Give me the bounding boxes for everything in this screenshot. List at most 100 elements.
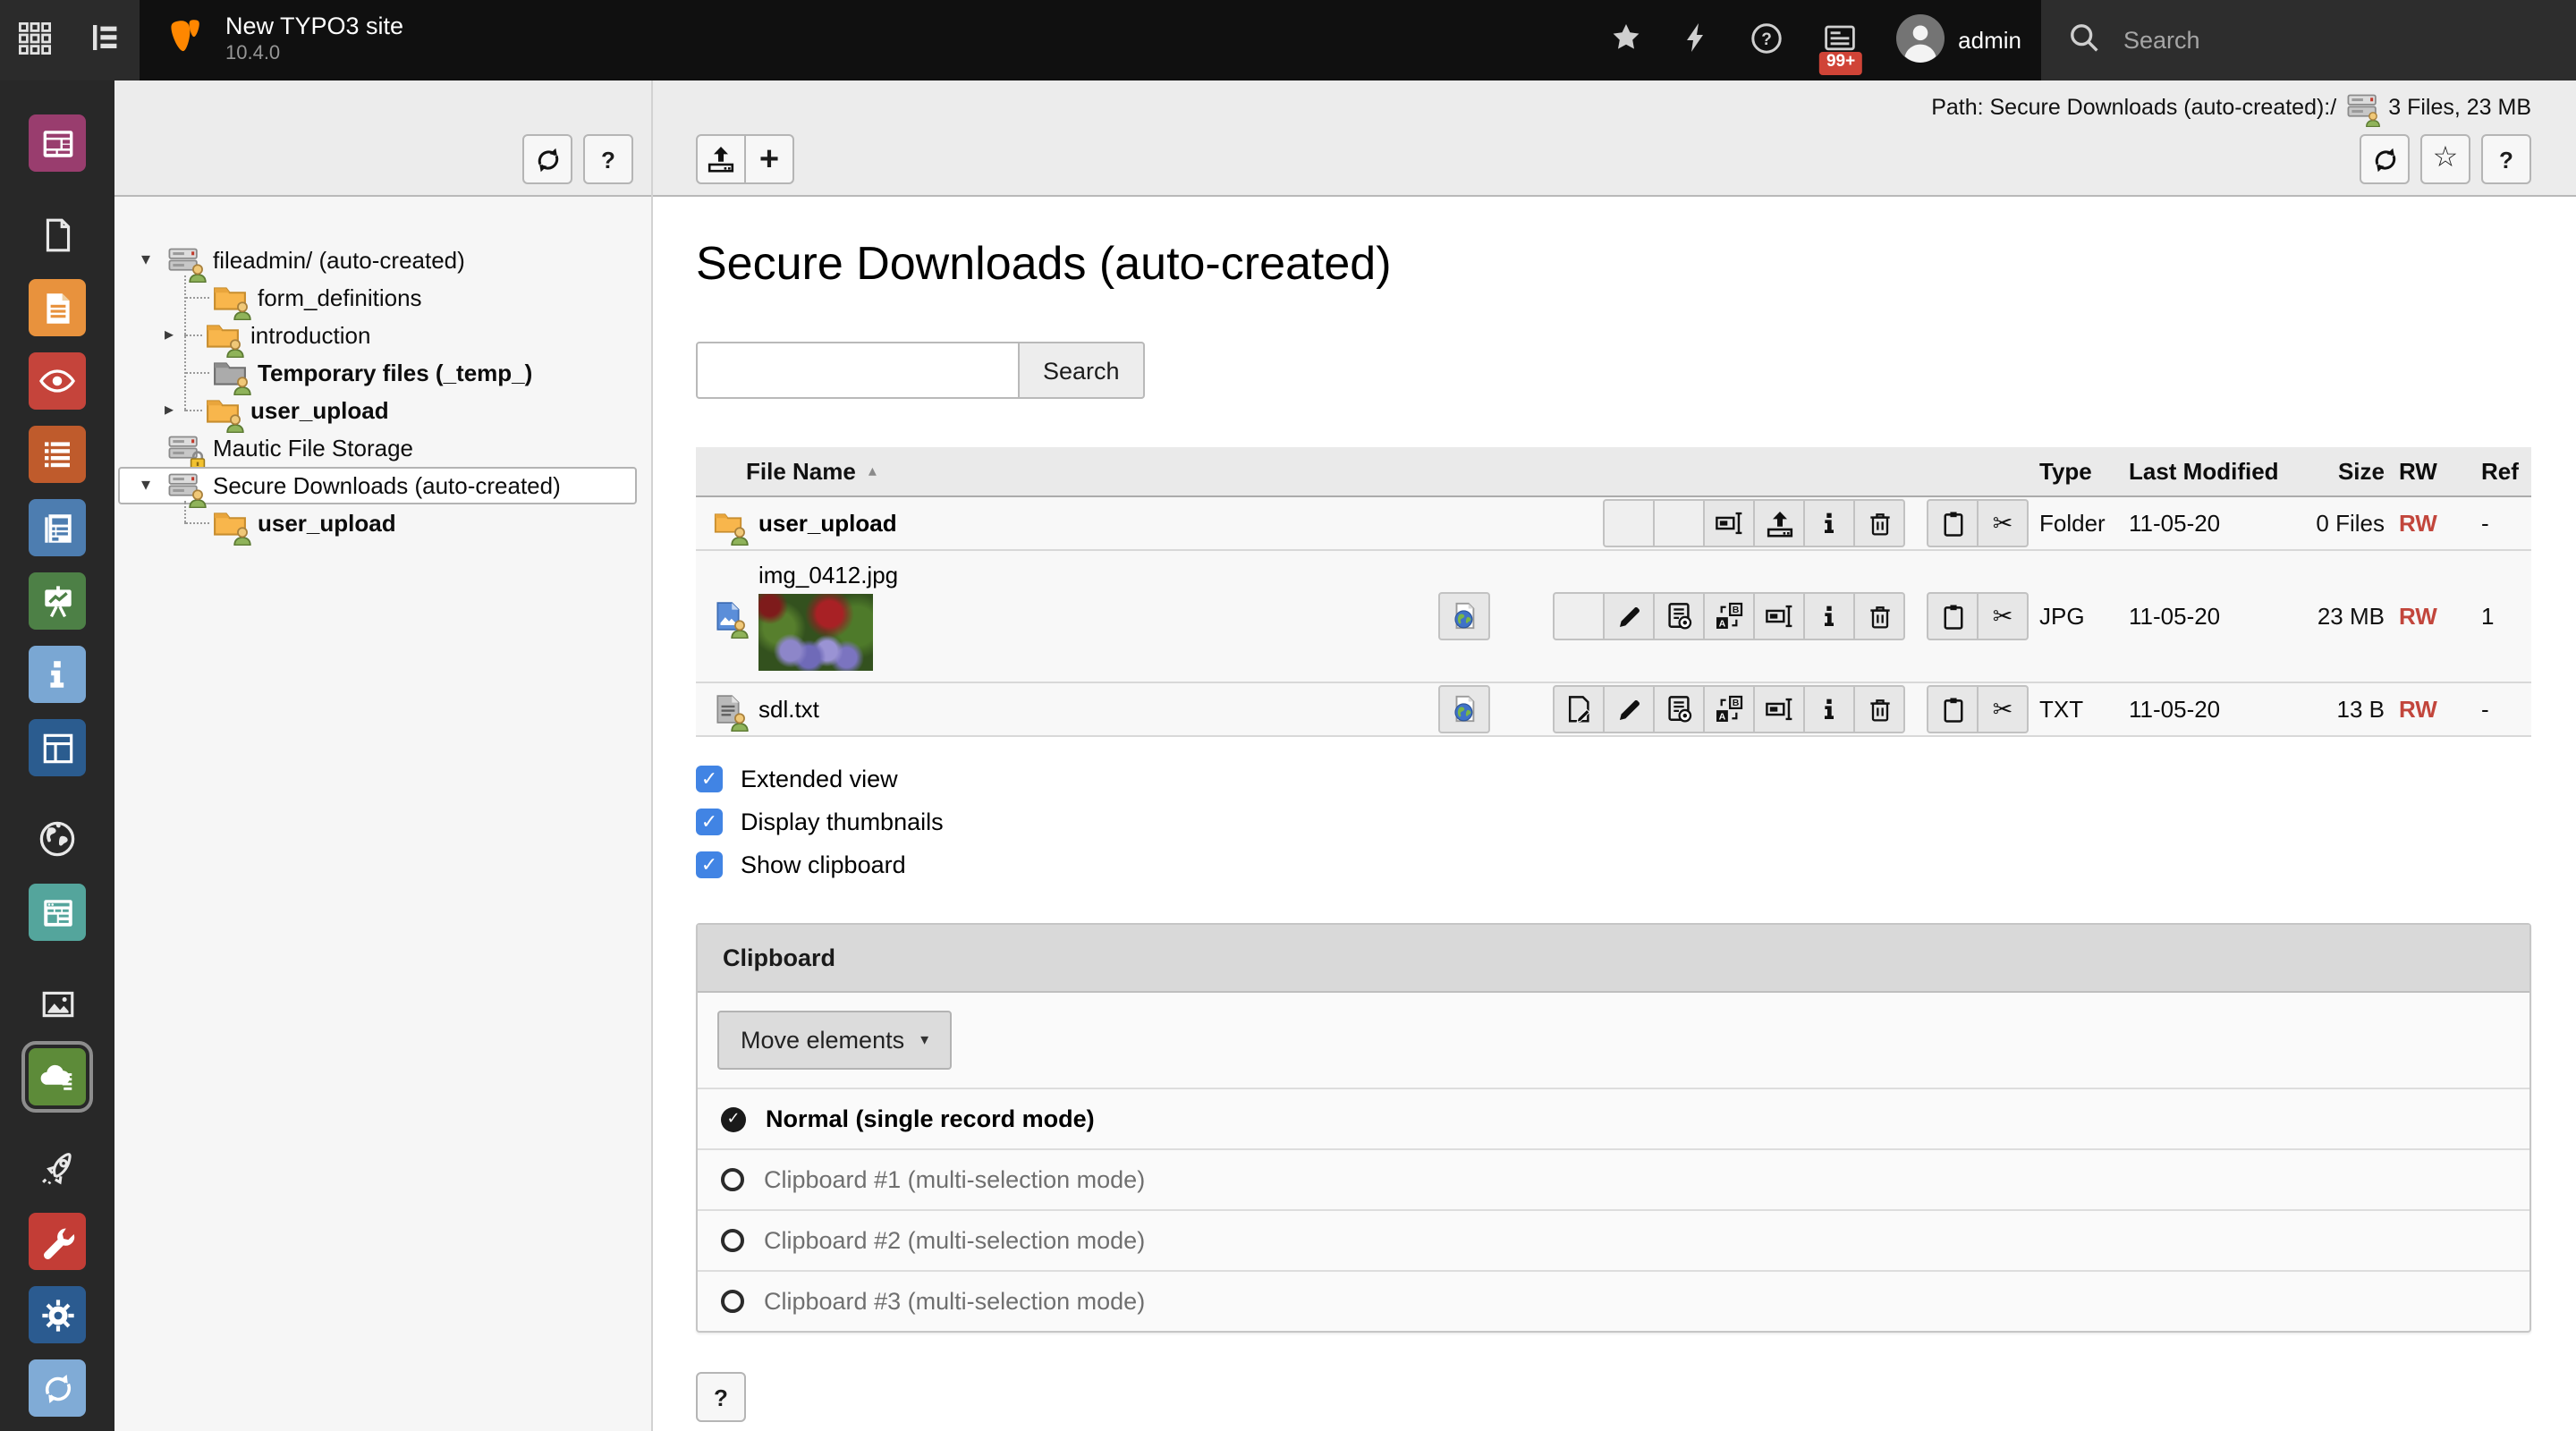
new-folder-button[interactable]: + bbox=[744, 134, 794, 184]
reload-button[interactable] bbox=[2360, 134, 2410, 184]
view-file-button[interactable] bbox=[1438, 592, 1490, 640]
sidebar-module-settings[interactable] bbox=[29, 1286, 86, 1343]
tree-node[interactable]: ▸ user_upload bbox=[114, 392, 651, 433]
file-search-button[interactable]: Search bbox=[1018, 342, 1145, 399]
filelist-help-button[interactable]: ? bbox=[696, 1372, 746, 1422]
sidebar-module-info[interactable] bbox=[29, 499, 86, 556]
clear-cache-button[interactable] bbox=[1661, 0, 1729, 80]
sidebar-module-list[interactable] bbox=[29, 426, 86, 483]
global-search-input[interactable] bbox=[2120, 25, 2549, 55]
column-header-last-modified[interactable]: Last Modified bbox=[2118, 458, 2306, 485]
tree-node[interactable]: ▸ introduction bbox=[114, 317, 651, 358]
sidebar-module-forms[interactable] bbox=[29, 884, 86, 941]
sidebar-module-about[interactable] bbox=[29, 646, 86, 703]
copy-button[interactable] bbox=[1927, 499, 1979, 547]
sidebar-module-maintenance[interactable] bbox=[29, 1213, 86, 1270]
view-options: ✓ Extended view ✓ Display thumbnails ✓ Show c… bbox=[696, 766, 2531, 878]
sidebar-module-page[interactable] bbox=[29, 206, 86, 263]
delete-button[interactable] bbox=[1853, 685, 1905, 733]
checkbox-checked-icon[interactable]: ✓ bbox=[696, 809, 723, 835]
translate-button[interactable]: BA bbox=[1703, 685, 1755, 733]
cut-button[interactable]: ✂ bbox=[1977, 499, 2029, 547]
clipboard-mode-item[interactable]: Clipboard #3 (multi-selection mode) bbox=[698, 1272, 2529, 1331]
info-button[interactable] bbox=[1803, 685, 1855, 733]
column-header-filename[interactable]: File Name ▴ bbox=[714, 447, 1438, 495]
show-metadata-button[interactable] bbox=[1653, 592, 1705, 640]
sidebar-module-secure-downloads[interactable] bbox=[21, 1041, 93, 1113]
tree-node[interactable]: ▾ Secure Downloads (auto-created) bbox=[118, 467, 637, 508]
tree-node[interactable]: ▾ fileadmin/ (auto-created) bbox=[114, 241, 651, 283]
user-menu-button[interactable]: admin bbox=[1876, 0, 2041, 80]
topbar-search bbox=[2041, 0, 2576, 80]
sidebar-module-dashboard[interactable] bbox=[29, 114, 86, 172]
modulemenu-toggle-button[interactable] bbox=[0, 0, 70, 80]
delete-button[interactable] bbox=[1853, 592, 1905, 640]
clipboard-mode-item[interactable]: Clipboard #2 (multi-selection mode) bbox=[698, 1211, 2529, 1272]
docheader-help-button[interactable]: ? bbox=[2481, 134, 2531, 184]
info-button[interactable] bbox=[1803, 499, 1855, 547]
file-name-cell: user_upload bbox=[714, 497, 1438, 549]
help-menu-button[interactable]: ? bbox=[1729, 0, 1802, 80]
refresh-icon bbox=[532, 144, 563, 174]
tree-collapse-icon[interactable]: ▾ bbox=[141, 476, 168, 495]
column-header-rw[interactable]: RW bbox=[2388, 458, 2470, 485]
tree-connector bbox=[184, 410, 202, 411]
show-metadata-button[interactable] bbox=[1653, 685, 1705, 733]
sidebar-module-workspaces[interactable] bbox=[29, 719, 86, 776]
cut-button[interactable]: ✂ bbox=[1977, 592, 2029, 640]
clipboard-mode-item[interactable]: Clipboard #1 (multi-selection mode) bbox=[698, 1150, 2529, 1211]
sidebar-module-content[interactable] bbox=[29, 279, 86, 336]
sidebar-module-template[interactable] bbox=[29, 572, 86, 630]
sidebar-module-environment[interactable] bbox=[29, 1359, 86, 1417]
file-thumbnail[interactable] bbox=[758, 594, 873, 671]
column-header-type[interactable]: Type bbox=[2029, 458, 2118, 485]
view-option-show-clipboard[interactable]: ✓ Show clipboard bbox=[696, 851, 2531, 878]
bookmarks-button[interactable] bbox=[1589, 0, 1661, 80]
file-name-link[interactable]: img_0412.jpg bbox=[758, 562, 898, 588]
checkbox-checked-icon[interactable]: ✓ bbox=[696, 766, 723, 792]
navigation-toggle-button[interactable] bbox=[70, 0, 140, 80]
site-brand[interactable]: New TYPO3 site 10.4.0 bbox=[140, 0, 425, 80]
tree-node[interactable]: Temporary files (_temp_) bbox=[114, 354, 651, 395]
file-name-link[interactable]: sdl.txt bbox=[758, 696, 819, 723]
edit-metadata-button[interactable] bbox=[1603, 592, 1655, 640]
sidebar-module-filelist[interactable] bbox=[29, 975, 86, 1032]
tree-node[interactable]: form_definitions bbox=[114, 279, 651, 320]
edit-content-button[interactable] bbox=[1553, 685, 1605, 733]
delete-button[interactable] bbox=[1853, 499, 1905, 547]
column-header-ref[interactable]: Ref bbox=[2470, 458, 2531, 485]
bookmark-button[interactable]: ☆ bbox=[2420, 134, 2470, 184]
move-elements-dropdown[interactable]: Move elements ▾ bbox=[717, 1011, 953, 1070]
tree-refresh-button[interactable] bbox=[522, 134, 572, 184]
sidebar-module-sites[interactable] bbox=[29, 810, 86, 868]
tree-expand-icon[interactable]: ▸ bbox=[165, 326, 184, 344]
rename-button[interactable] bbox=[1753, 592, 1805, 640]
translate-button[interactable]: BA bbox=[1703, 592, 1755, 640]
copy-button[interactable] bbox=[1927, 685, 1979, 733]
copy-button[interactable] bbox=[1927, 592, 1979, 640]
rename-button[interactable] bbox=[1703, 499, 1755, 547]
tree-collapse-icon[interactable]: ▾ bbox=[141, 250, 168, 269]
tree-expand-icon[interactable]: ▸ bbox=[165, 401, 184, 419]
system-information-button[interactable]: 99+ bbox=[1802, 0, 1876, 80]
cut-button[interactable]: ✂ bbox=[1977, 685, 2029, 733]
info-button[interactable] bbox=[1803, 592, 1855, 640]
tree-node[interactable]: user_upload bbox=[114, 504, 651, 546]
view-file-button[interactable] bbox=[1438, 685, 1490, 733]
sidebar-module-upgrade[interactable] bbox=[29, 1139, 86, 1197]
rename-button[interactable] bbox=[1753, 685, 1805, 733]
edit-metadata-button[interactable] bbox=[1603, 685, 1655, 733]
upload-button[interactable] bbox=[1753, 499, 1805, 547]
tree-node[interactable]: Mautic File Storage bbox=[114, 429, 651, 470]
clipboard-mode-item[interactable]: ✓ Normal (single record mode) bbox=[698, 1089, 2529, 1150]
upload-files-button[interactable] bbox=[696, 134, 746, 184]
file-search-input[interactable] bbox=[696, 342, 1020, 399]
checkbox-checked-icon[interactable]: ✓ bbox=[696, 851, 723, 878]
file-name-link[interactable]: user_upload bbox=[758, 510, 897, 537]
column-header-size[interactable]: Size bbox=[2306, 458, 2388, 485]
sidebar-module-view[interactable] bbox=[29, 352, 86, 410]
tree-node-label: fileadmin/ (auto-created) bbox=[213, 247, 465, 274]
view-option-display-thumbnails[interactable]: ✓ Display thumbnails bbox=[696, 809, 2531, 835]
view-option-extended-view[interactable]: ✓ Extended view bbox=[696, 766, 2531, 792]
tree-help-button[interactable]: ? bbox=[583, 134, 633, 184]
